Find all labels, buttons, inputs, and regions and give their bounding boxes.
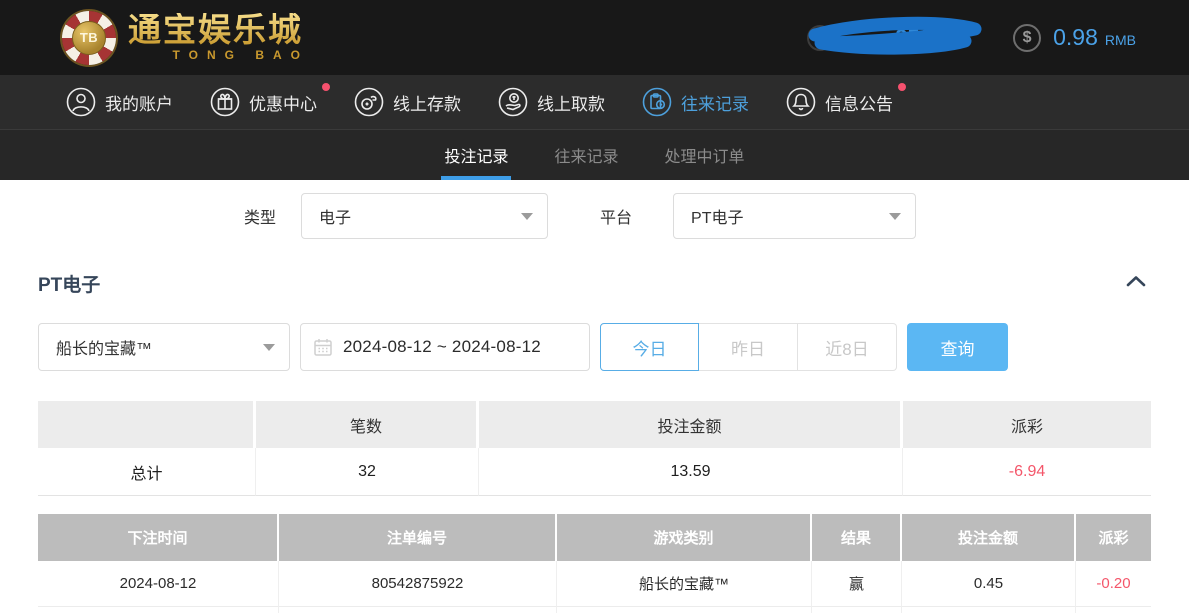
detail-header-row: 下注时间 注单编号 游戏类别 结果 投注金额 派彩 xyxy=(38,514,1151,561)
nav-online-deposit[interactable]: 线上存款 xyxy=(354,87,461,117)
nav-announcements[interactable]: 信息公告 xyxy=(786,87,893,117)
filter-row-panel: 船长的宝藏™ 2024-08-12 ~ 2024-08-12 今日 昨日 近8日… xyxy=(38,323,1151,371)
chevron-down-icon xyxy=(889,213,901,220)
bet-time-value: 2024-08-12 xyxy=(38,561,279,607)
nav-label: 线上取款 xyxy=(537,90,605,115)
detail-header-payout: 派彩 xyxy=(1076,514,1151,561)
last-8-days-button[interactable]: 近8日 xyxy=(798,323,897,371)
nav-label: 往来记录 xyxy=(681,90,749,115)
header-right: 8500 $ 0.98 RMB xyxy=(807,13,1136,63)
today-button[interactable]: 今日 xyxy=(600,323,699,371)
poker-chip-icon: TB xyxy=(62,11,116,65)
table-row-partial xyxy=(38,607,1151,613)
filter-row-top: 类型 电子 平台 PT电子 xyxy=(244,193,1151,239)
dollar-icon: $ xyxy=(1013,24,1041,52)
notification-dot xyxy=(898,83,906,91)
summary-payout-value: -6.94 xyxy=(903,448,1151,496)
summary-header-payout: 派彩 xyxy=(903,401,1151,448)
tab-processing-orders[interactable]: 处理中订单 xyxy=(663,130,747,180)
tab-transaction-records[interactable]: 往来记录 xyxy=(552,130,620,180)
game-select[interactable]: 船长的宝藏™ xyxy=(38,323,290,371)
bet-amount-value: 0.45 xyxy=(902,561,1076,607)
balance-display[interactable]: $ 0.98 RMB xyxy=(1013,24,1136,52)
game-category-value: 船长的宝藏™ xyxy=(557,561,812,607)
platform-select[interactable]: PT电子 xyxy=(673,193,916,239)
type-select-value: 电子 xyxy=(319,204,351,228)
main-nav: 我的账户 优惠中心 线上存款 xyxy=(0,75,1189,129)
nav-label: 我的账户 xyxy=(105,90,173,115)
summary-header-blank xyxy=(38,401,256,448)
redacted-account-info: 8500 xyxy=(807,13,987,63)
summary-table: 笔数 投注金额 派彩 总计 32 13.59 -6.94 xyxy=(38,401,1151,496)
game-select-value: 船长的宝藏™ xyxy=(56,335,152,359)
nav-label: 线上存款 xyxy=(393,90,461,115)
payout-value: -0.20 xyxy=(1076,561,1151,607)
platform-select-value: PT电子 xyxy=(691,204,743,228)
search-button[interactable]: 查询 xyxy=(907,323,1008,371)
bell-icon xyxy=(786,87,816,117)
user-icon xyxy=(66,87,96,117)
detail-header-game-category: 游戏类别 xyxy=(557,514,812,561)
summary-total-label: 总计 xyxy=(38,448,256,496)
detail-header-bet-amount: 投注金额 xyxy=(902,514,1076,561)
chevron-down-icon xyxy=(263,344,275,351)
result-value: 赢 xyxy=(812,561,902,607)
chip-monogram: TB xyxy=(72,21,106,55)
brand-name-cn: 通宝娱乐城 xyxy=(128,13,303,46)
date-range-picker[interactable]: 2024-08-12 ~ 2024-08-12 xyxy=(300,323,590,371)
balance-currency: RMB xyxy=(1105,32,1136,48)
summary-header-bet-amount: 投注金额 xyxy=(479,401,903,448)
detail-header-bet-id: 注单编号 xyxy=(279,514,557,561)
yesterday-button[interactable]: 昨日 xyxy=(699,323,798,371)
nav-promotions[interactable]: 优惠中心 xyxy=(210,87,317,117)
summary-header-count: 笔数 xyxy=(256,401,479,448)
brand-name-en: TONG BAO xyxy=(173,48,309,62)
detail-header-bet-time: 下注时间 xyxy=(38,514,279,561)
type-label: 类型 xyxy=(244,204,276,228)
nav-transaction-records[interactable]: 往来记录 xyxy=(642,87,749,117)
records-icon xyxy=(642,87,672,117)
nav-online-withdrawal[interactable]: 线上取款 xyxy=(498,87,605,117)
balance-value: 0.98 xyxy=(1053,24,1098,51)
nav-label: 优惠中心 xyxy=(249,90,317,115)
chevron-down-icon xyxy=(521,213,533,220)
content: 类型 电子 平台 PT电子 PT电子 船长的宝藏™ xyxy=(0,193,1189,613)
brand-logo[interactable]: TB 通宝娱乐城 TONG BAO xyxy=(62,11,303,65)
deposit-icon xyxy=(354,87,384,117)
section-title: PT电子 xyxy=(38,270,100,297)
chevron-up-icon xyxy=(1125,274,1147,288)
record-tabs: 投注记录 往来记录 处理中订单 xyxy=(0,129,1189,180)
tab-betting-records[interactable]: 投注记录 xyxy=(442,130,510,180)
detail-table: 下注时间 注单编号 游戏类别 结果 投注金额 派彩 2024-08-12 805… xyxy=(38,514,1151,613)
redaction-scribble xyxy=(807,13,987,63)
withdraw-icon xyxy=(498,87,528,117)
bet-id-value: 80542875922 xyxy=(279,561,557,607)
calendar-icon xyxy=(313,337,333,357)
nav-label: 信息公告 xyxy=(825,90,893,115)
gift-icon xyxy=(210,87,240,117)
summary-total-row: 总计 32 13.59 -6.94 xyxy=(38,448,1151,496)
detail-header-result: 结果 xyxy=(812,514,902,561)
platform-label: 平台 xyxy=(600,204,632,228)
summary-count-value: 32 xyxy=(256,448,479,496)
nav-my-account[interactable]: 我的账户 xyxy=(66,87,173,117)
summary-header-row: 笔数 投注金额 派彩 xyxy=(38,401,1151,448)
type-select[interactable]: 电子 xyxy=(301,193,548,239)
notification-dot xyxy=(322,83,330,91)
collapse-section-button[interactable] xyxy=(1121,272,1151,295)
quick-date-buttons: 今日 昨日 近8日 xyxy=(600,323,897,371)
top-header: TB 通宝娱乐城 TONG BAO 8500 $ 0.98 RMB xyxy=(0,0,1189,75)
section-header: PT电子 xyxy=(38,270,1151,297)
table-row: 2024-08-12 80542875922 船长的宝藏™ 赢 0.45 -0.… xyxy=(38,561,1151,607)
page: TB 通宝娱乐城 TONG BAO 8500 $ 0.98 RMB xyxy=(0,0,1189,613)
date-range-value: 2024-08-12 ~ 2024-08-12 xyxy=(343,337,541,357)
summary-bet-amount-value: 13.59 xyxy=(479,448,903,496)
